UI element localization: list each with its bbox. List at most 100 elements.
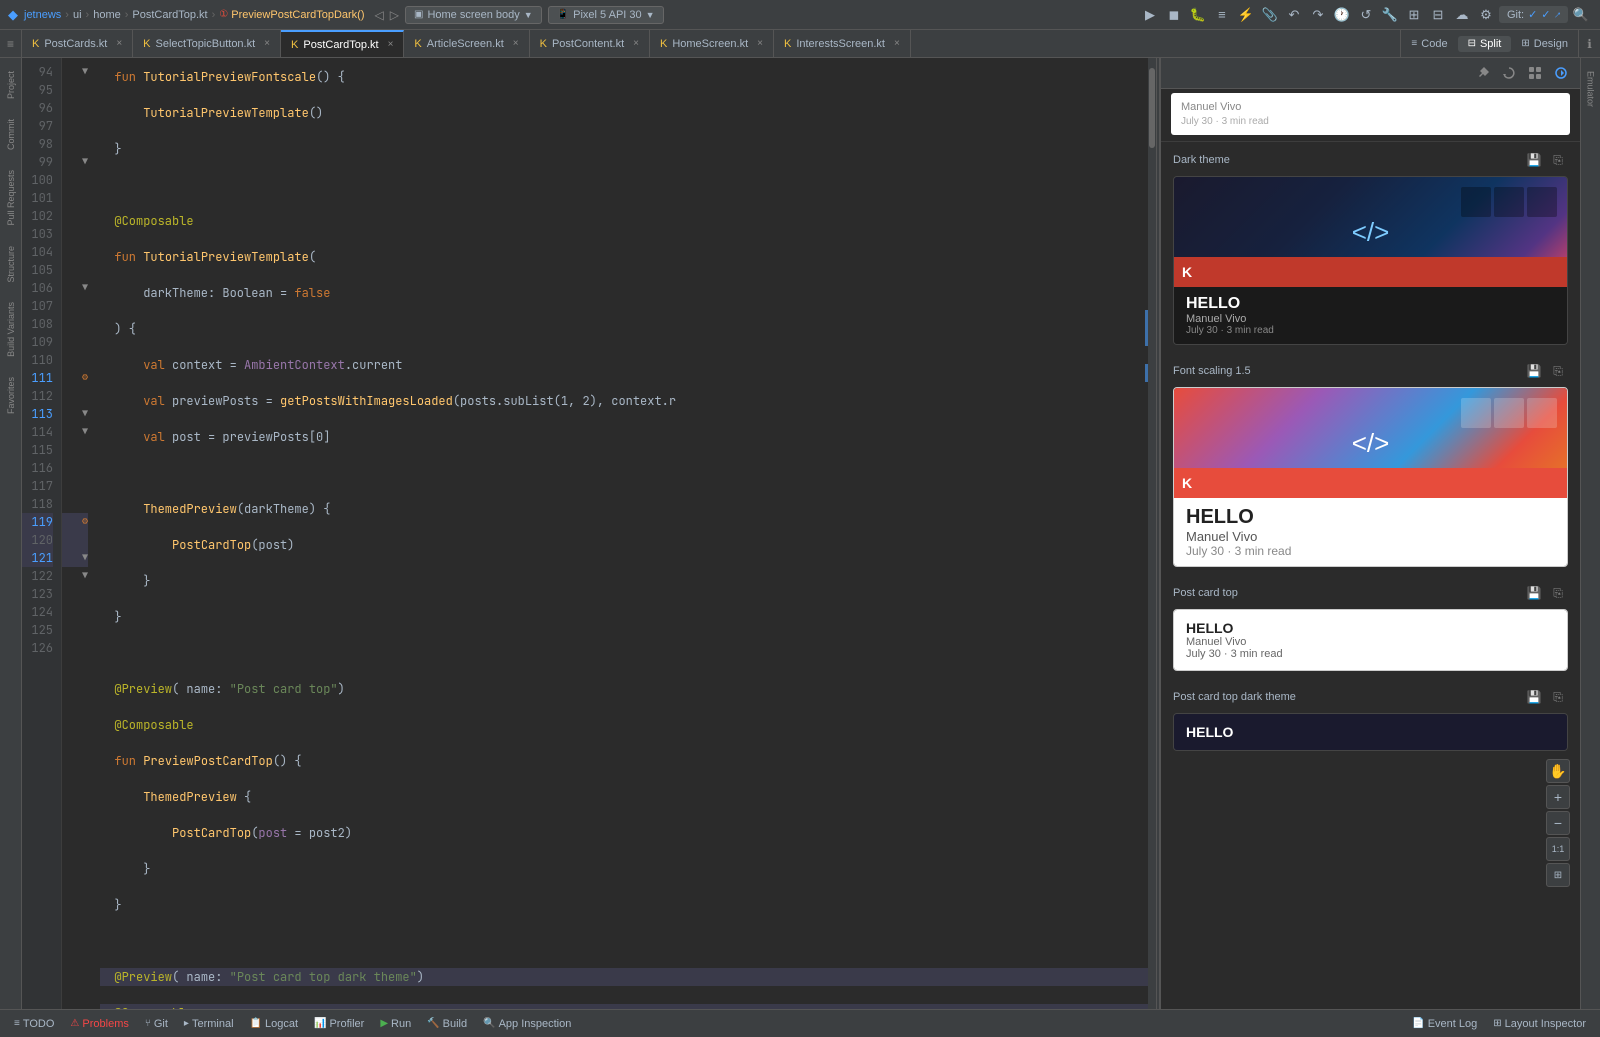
fold-106[interactable]: ▼ [82, 279, 88, 297]
kt-icon4: K [414, 38, 421, 50]
breadcrumb-preview-fn[interactable]: PreviewPostCardTopDark() [231, 9, 364, 21]
settings2-icon[interactable]: ⚙ [1475, 4, 1497, 26]
logcat-button[interactable]: 📋 Logcat [244, 1010, 304, 1037]
build-variants-label[interactable]: Build Variants [6, 294, 16, 365]
terminal-icon[interactable]: ⊟ [1427, 4, 1449, 26]
emulator-label[interactable]: Emulator [1586, 63, 1596, 115]
run-icon[interactable]: ▶ [1139, 4, 1161, 26]
preview-toolbar [1161, 58, 1580, 89]
back-icon[interactable]: ◁ [375, 8, 384, 22]
commit-label[interactable]: Commit [6, 111, 16, 158]
preview-dropdown[interactable]: ▣ Home screen body ▼ [405, 6, 542, 24]
event-log-button[interactable]: 📄 Event Log [1406, 1010, 1483, 1037]
project-panel-icon[interactable]: ≡ [0, 30, 22, 58]
dark-theme-save-icon[interactable]: 💾 [1524, 150, 1544, 170]
profiler-button[interactable]: 📊 Profiler [308, 1010, 370, 1037]
split-view-btn[interactable]: ⊟ Split [1458, 36, 1512, 52]
redo-icon[interactable]: ↷ [1307, 4, 1329, 26]
tab-postcardtop-close[interactable]: × [388, 39, 394, 50]
settings-111[interactable]: ⚙ [82, 369, 88, 387]
gradle-icon[interactable]: 🔧 [1379, 4, 1401, 26]
scroll-thumb[interactable] [1149, 68, 1155, 148]
terminal-button[interactable]: ▸ Terminal [178, 1010, 240, 1037]
fold-113[interactable]: ▼ [82, 405, 88, 423]
post-card-top-dark-copy-icon[interactable]: ⎘ [1548, 687, 1568, 707]
zoom-fit-btn[interactable]: 1:1 [1546, 837, 1570, 861]
tab-articlescreen-close[interactable]: × [513, 38, 519, 49]
dark-theme-copy-icon[interactable]: ⎘ [1548, 150, 1568, 170]
run-bottom-button[interactable]: ▶ Run [374, 1010, 417, 1037]
breadcrumb-ui[interactable]: ui [73, 9, 82, 21]
editor-scrollbar[interactable] [1148, 58, 1156, 1009]
fold-114[interactable]: ▼ [82, 423, 88, 441]
post-card-top-dark-icons: 💾 ⎘ [1524, 687, 1568, 707]
overlay-squares [1461, 187, 1557, 217]
code-tag-icon: </> [1352, 217, 1390, 248]
font-scaling-save-icon[interactable]: 💾 [1524, 361, 1544, 381]
tab-selecttopic-close[interactable]: × [264, 38, 270, 49]
search-icon[interactable]: 🔍 [1570, 4, 1592, 26]
post-card-top-copy-icon[interactable]: ⎘ [1548, 583, 1568, 603]
tab-homescreen-close[interactable]: × [757, 38, 763, 49]
tab-postcards-close[interactable]: × [116, 38, 122, 49]
zoom-minus-btn[interactable]: − [1546, 811, 1570, 835]
pull-label[interactable]: Pull Requests [6, 162, 16, 234]
fold-121[interactable]: ▼ [82, 549, 88, 567]
code-content[interactable]: fun TutorialPreviewFontscale() { Tutoria… [90, 58, 1148, 1009]
breadcrumb-home[interactable]: home [93, 9, 121, 21]
attach-icon[interactable]: 📎 [1259, 4, 1281, 26]
tab-interestsscreen-close[interactable]: × [894, 38, 900, 49]
kt-icon2: K [143, 38, 150, 50]
layout-inspector-button[interactable]: ⊞ Layout Inspector [1487, 1010, 1592, 1037]
clock-icon[interactable]: 🕐 [1331, 4, 1353, 26]
tab-interestsscreen[interactable]: K InterestsScreen.kt × [774, 30, 911, 58]
info-icon[interactable]: ℹ [1578, 30, 1600, 58]
profile-icon[interactable]: ⚡ [1235, 4, 1257, 26]
layout-icon[interactable]: ⊞ [1403, 4, 1425, 26]
problems-button[interactable]: ⚠ Problems [64, 1010, 134, 1037]
post-card-top-dark-save-icon[interactable]: 💾 [1524, 687, 1544, 707]
zoom-select-btn[interactable]: ⊞ [1546, 863, 1570, 887]
animation-icon[interactable] [1550, 62, 1572, 84]
stop-icon[interactable]: ◼ [1163, 4, 1185, 26]
zoom-plus-btn[interactable]: + [1546, 785, 1570, 809]
tab-postcardtop[interactable]: K PostCardTop.kt × [281, 30, 404, 58]
structure-label[interactable]: Structure [6, 238, 16, 291]
tab-homescreen[interactable]: K HomeScreen.kt × [650, 30, 774, 58]
sdk-icon[interactable]: ☁ [1451, 4, 1473, 26]
design-view-btn[interactable]: ⊞ Design [1511, 36, 1578, 52]
todo-button[interactable]: ≡ TODO [8, 1010, 60, 1037]
breadcrumb-file[interactable]: PostCardTop.kt [132, 9, 207, 21]
pin-icon[interactable] [1472, 62, 1494, 84]
coverage-icon[interactable]: ≡ [1211, 4, 1233, 26]
terminal-label: Terminal [192, 1018, 234, 1030]
font-scaling-copy-icon[interactable]: ⎘ [1548, 361, 1568, 381]
fold-99[interactable]: ▼ [82, 153, 88, 171]
breadcrumb-project[interactable]: jetnews [24, 9, 61, 21]
device-dropdown[interactable]: 📱 Pixel 5 API 30 ▼ [548, 6, 664, 24]
pan-icon[interactable]: ✋ [1546, 759, 1570, 783]
tab-postcontent-close[interactable]: × [633, 38, 639, 49]
tab-postcards[interactable]: K PostCards.kt × [22, 30, 133, 58]
git-button[interactable]: Git: ✓ ✓ ↑ [1499, 6, 1568, 23]
post-card-top-label-text: Post card top [1173, 587, 1238, 599]
code-view-btn[interactable]: ≡ Code [1401, 36, 1457, 52]
post-card-top-save-icon[interactable]: 💾 [1524, 583, 1544, 603]
fold-94[interactable]: ▼ [82, 63, 88, 81]
git-bottom-button[interactable]: ⑂ Git [139, 1010, 174, 1037]
tab-selecttopic[interactable]: K SelectTopicButton.kt × [133, 30, 281, 58]
forward-icon[interactable]: ▷ [390, 8, 399, 22]
favorites-label[interactable]: Favorites [6, 369, 16, 422]
build-button[interactable]: 🔨 Build [421, 1010, 473, 1037]
refresh-icon[interactable]: ↺ [1355, 4, 1377, 26]
tab-postcontent[interactable]: K PostContent.kt × [530, 30, 650, 58]
tab-articlescreen[interactable]: K ArticleScreen.kt × [404, 30, 529, 58]
project-label[interactable]: Project [6, 63, 16, 107]
app-inspection-button[interactable]: 🔍 App Inspection [477, 1010, 577, 1037]
undo-icon[interactable]: ↶ [1283, 4, 1305, 26]
refresh-preview-icon[interactable] [1498, 62, 1520, 84]
fold-122[interactable]: ▼ [82, 567, 88, 585]
grid-view-icon[interactable] [1524, 62, 1546, 84]
debug-icon[interactable]: 🐛 [1187, 4, 1209, 26]
settings-119[interactable]: ⚙ [82, 513, 88, 531]
